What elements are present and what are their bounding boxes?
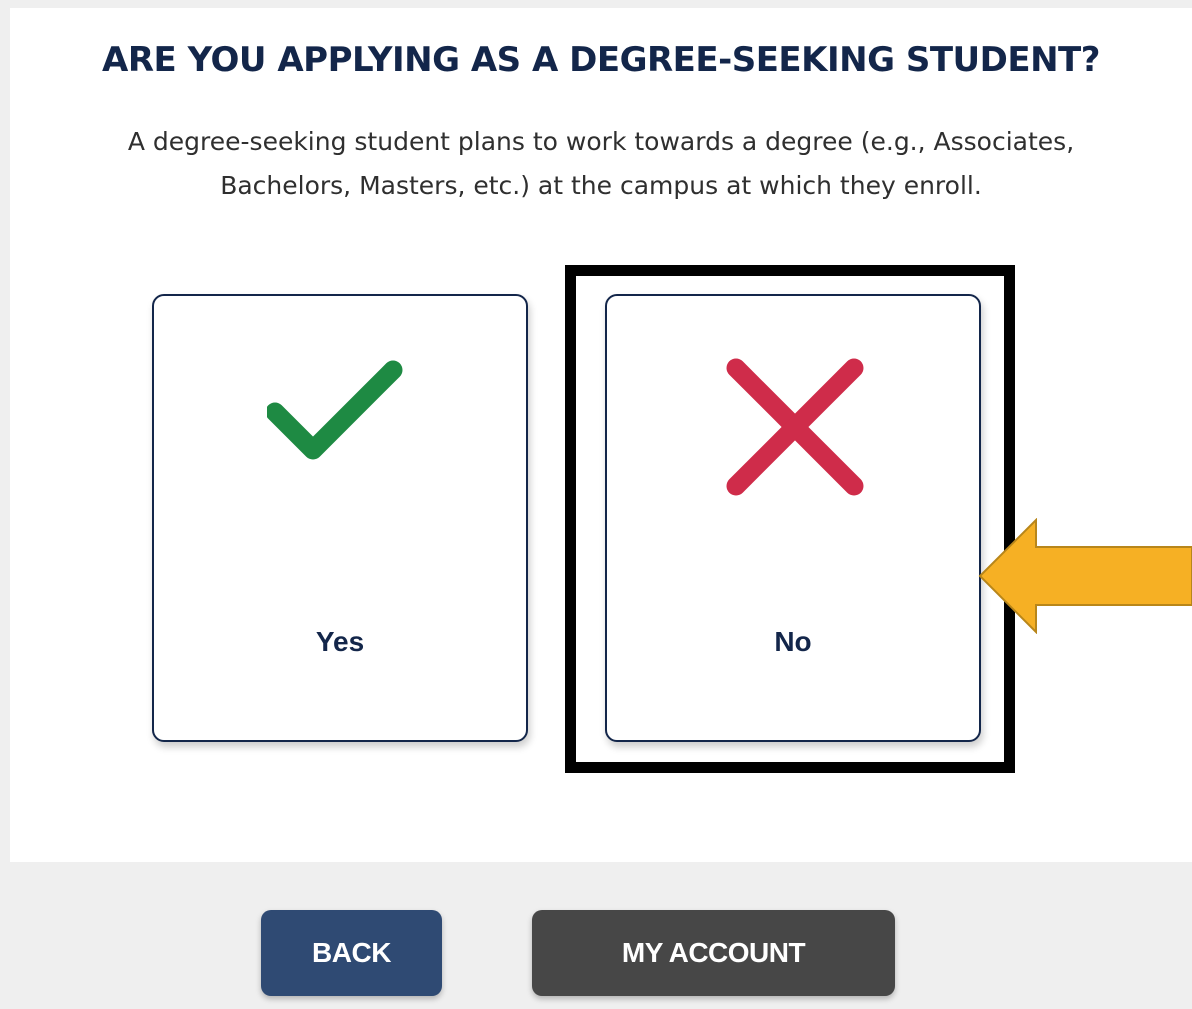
option-no-label: No	[774, 626, 812, 657]
description-line-1: A degree-seeking student plans to work t…	[127, 127, 1075, 156]
page-title: ARE YOU APPLYING AS A DEGREE-SEEKING STU…	[102, 40, 1100, 80]
arrow-pointer-icon	[978, 518, 1192, 634]
back-button[interactable]: BACK	[261, 910, 442, 996]
description-line-2: Bachelors, Masters, etc.) at the campus …	[220, 171, 982, 200]
option-yes-card[interactable]: Yes	[152, 294, 528, 742]
question-description: A degree-seeking student plans to work t…	[10, 120, 1192, 208]
option-no-card[interactable]: No	[605, 294, 981, 742]
checkmark-icon	[267, 360, 403, 460]
option-yes-label: Yes	[315, 626, 365, 657]
my-account-button[interactable]: MY ACCOUNT	[532, 910, 895, 996]
x-icon	[726, 358, 864, 496]
